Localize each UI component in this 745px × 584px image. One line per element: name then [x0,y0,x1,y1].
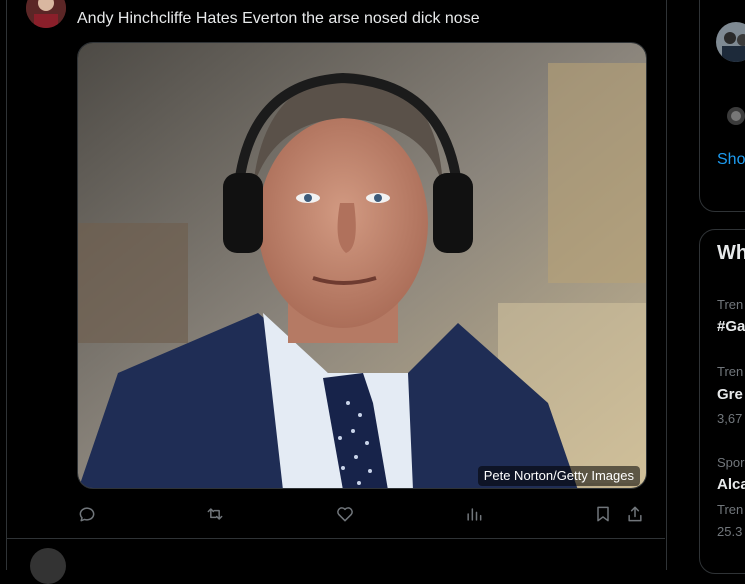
repost-icon [207,508,223,520]
views-button[interactable] [464,502,484,526]
tweet-action-bar [77,500,647,528]
trend-post-count: 25.3 [717,524,743,539]
trend-post-count: 3,67 [717,411,743,426]
next-tweet-avatar[interactable] [30,548,66,584]
bookmark-icon [597,506,609,522]
suggested-user-avatar[interactable] [716,98,745,138]
share-icon [628,506,642,522]
suggested-user-avatar[interactable] [716,22,745,62]
trend-topic[interactable]: #Ga [717,318,745,335]
who-to-follow-card: Sho [699,0,745,212]
heart-icon [337,507,353,522]
repost-button[interactable] [205,502,225,526]
trends-card-title: Wh [717,242,745,264]
trend-meta: Spor [717,455,745,470]
trend-meta: Tren [717,502,744,517]
trend-topic[interactable]: Gre [717,386,743,403]
media-credit: Pete Norton/Getty Images [477,466,640,486]
like-button[interactable] [335,502,355,526]
analytics-icon [467,508,482,521]
tweet-divider [7,538,665,539]
bookmark-button[interactable] [593,502,613,526]
trend-meta: Tren [717,297,744,312]
trend-meta: Tren [717,364,744,379]
trends-card: Wh Tren #Ga Tren Gre 3,67 Spor Alca Tren… [699,229,745,574]
tweet-media-image[interactable]: Pete Norton/Getty Images [77,42,647,489]
trend-topic[interactable]: Alca [717,476,745,493]
show-more-link[interactable]: Sho [717,151,745,169]
reply-icon [79,507,95,522]
share-button[interactable] [625,502,645,526]
tweet-text: Andy Hinchcliffe Hates Everton the arse … [77,10,480,27]
reply-button[interactable] [77,502,97,526]
